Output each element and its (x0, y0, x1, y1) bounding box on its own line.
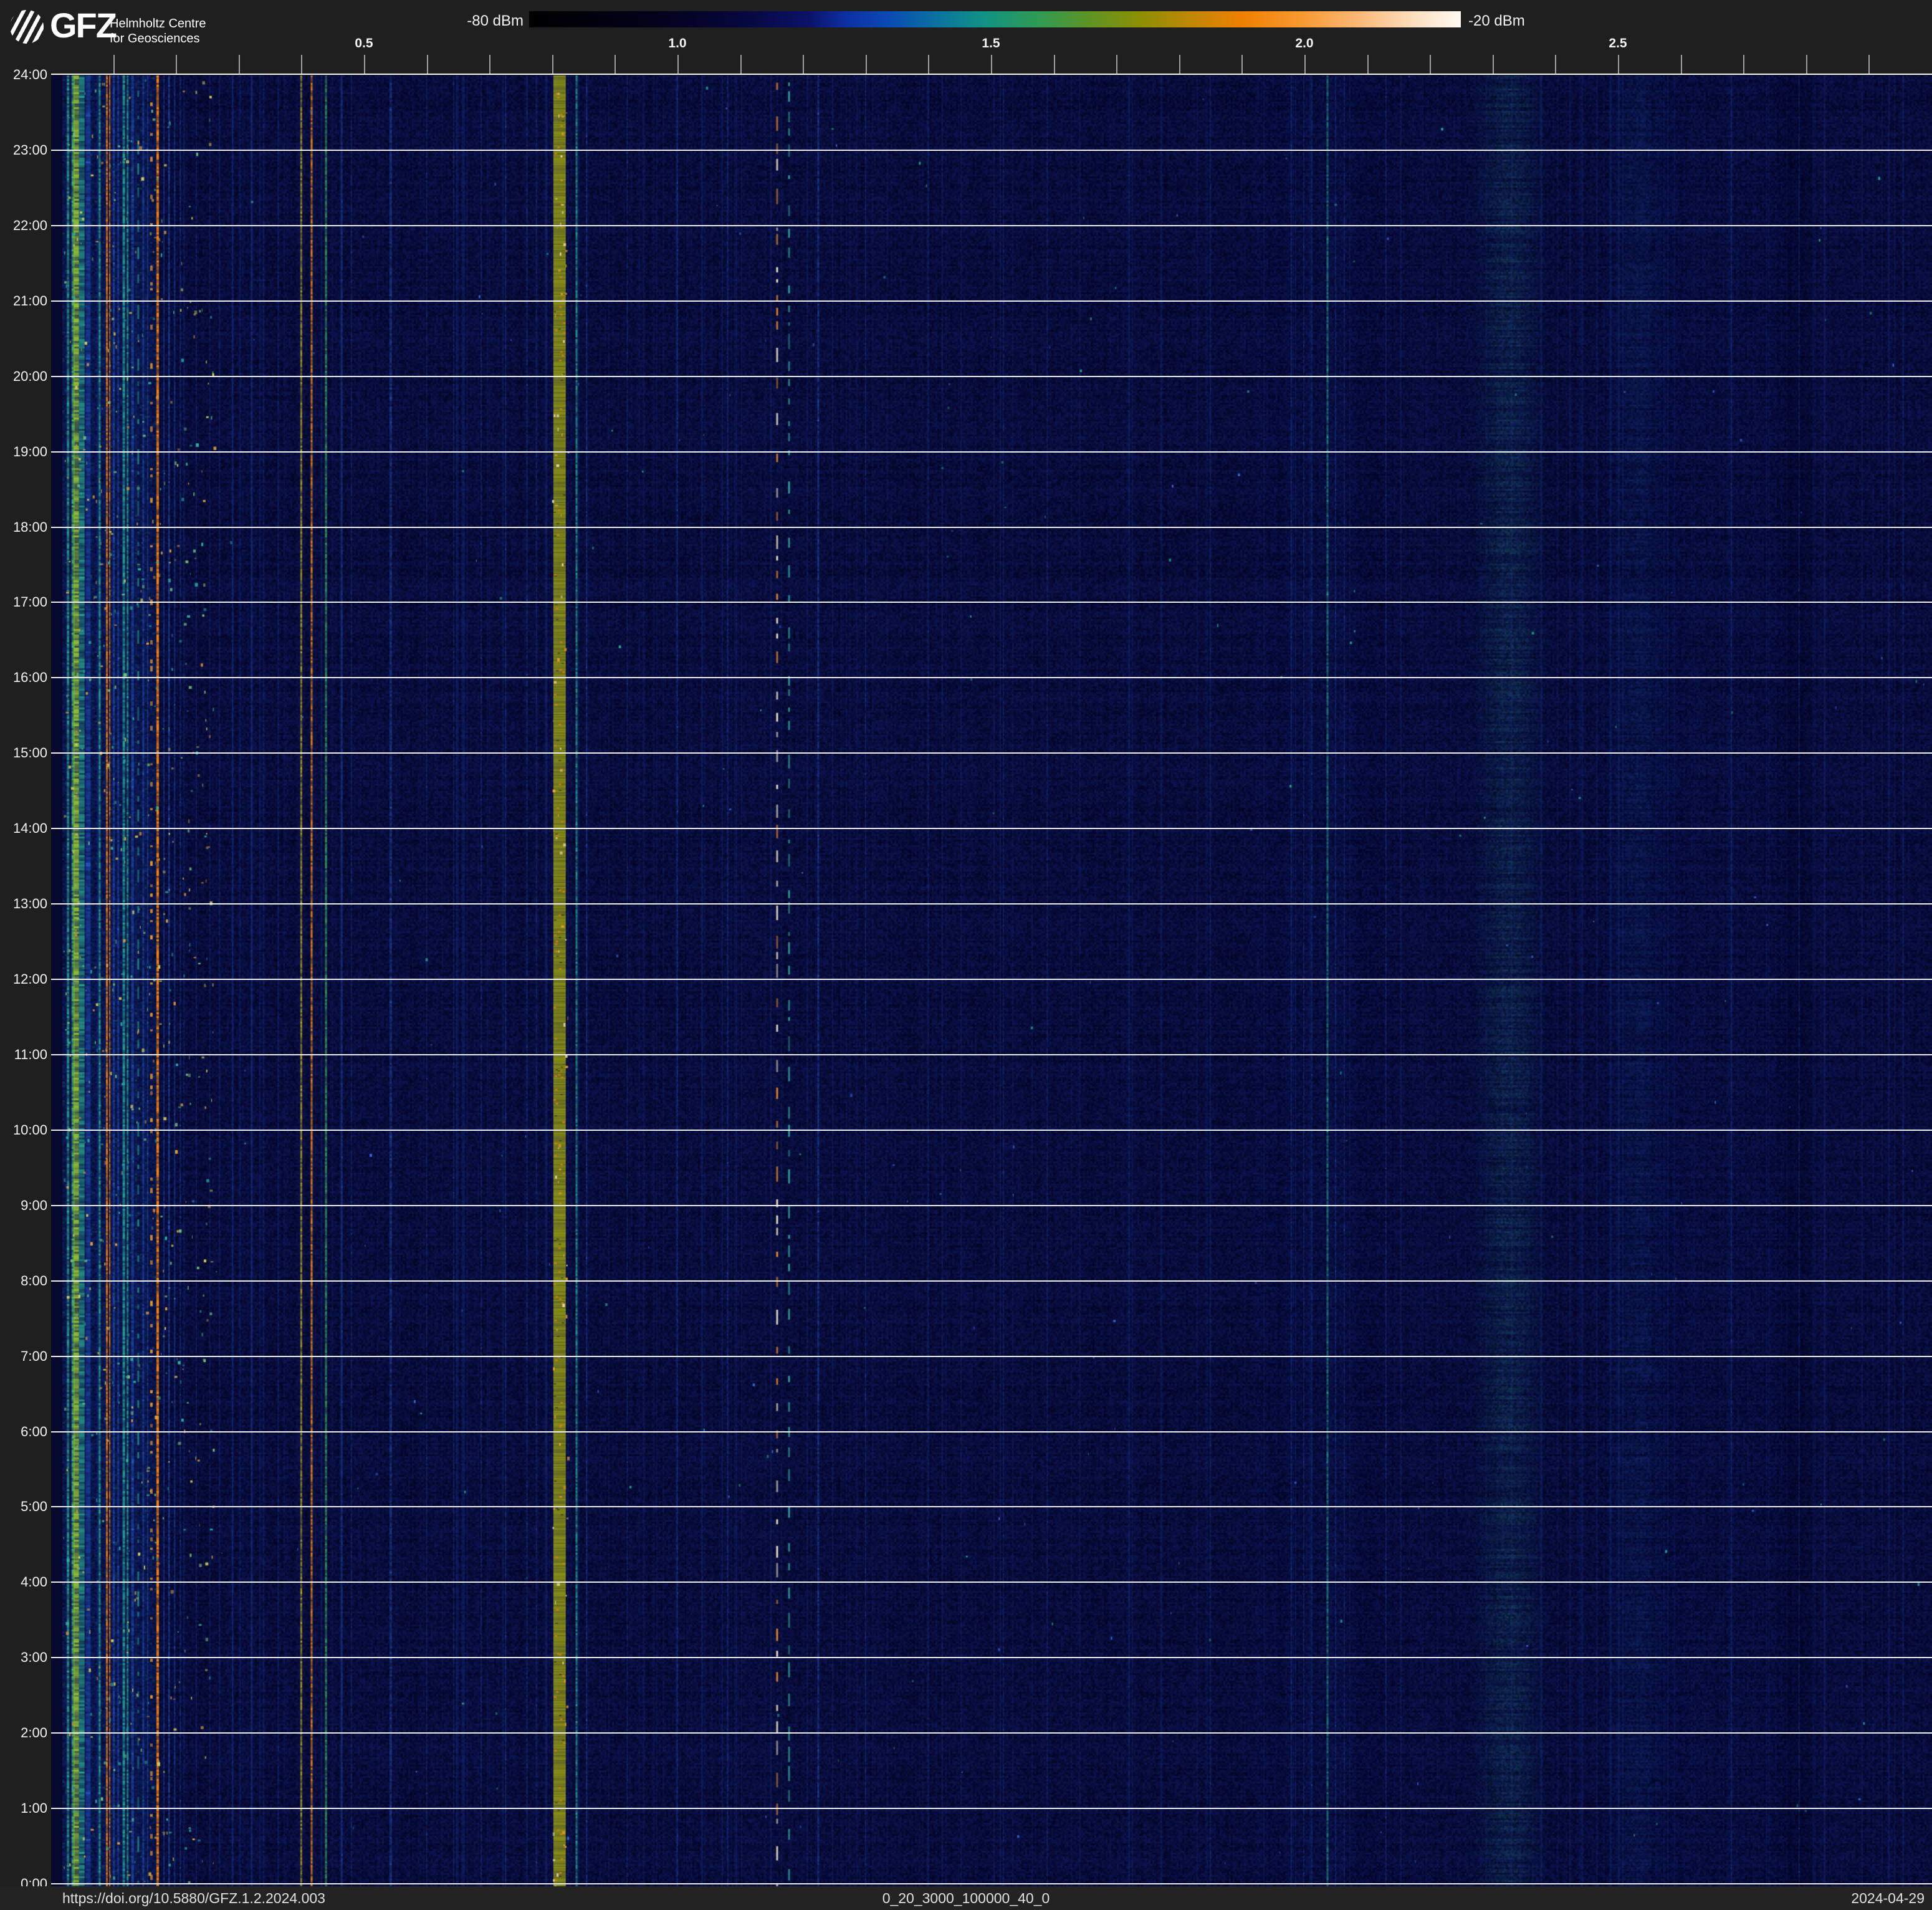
freq-tick (1681, 55, 1682, 74)
hour-gridline (51, 1581, 1932, 1583)
hour-gridline (51, 1506, 1932, 1507)
time-tick-label: 1:00 (0, 1800, 47, 1816)
hour-gridline (51, 1356, 1932, 1357)
frequency-axis-baseline (51, 74, 1932, 75)
freq-tick (301, 55, 302, 74)
freq-tick-label: 1.0 (653, 36, 702, 51)
time-tick-label: 12:00 (0, 971, 47, 987)
hour-gridline (51, 1657, 1932, 1658)
freq-tick (1493, 55, 1494, 74)
freq-tick (1618, 55, 1619, 74)
freq-tick-label: 0.5 (339, 36, 389, 51)
time-tick-label: 13:00 (0, 896, 47, 912)
hour-gridline (51, 150, 1932, 151)
freq-tick (489, 55, 490, 74)
hour-gridline (51, 1732, 1932, 1734)
freq-tick (1179, 55, 1180, 74)
hour-gridline (51, 1205, 1932, 1206)
hour-gridline (51, 1431, 1932, 1432)
time-tick-label: 5:00 (0, 1499, 47, 1515)
time-tick-label: 11:00 (0, 1047, 47, 1063)
date-label: 2024-04-29 (1851, 1890, 1925, 1907)
time-tick-label: 16:00 (0, 669, 47, 686)
hour-gridline (51, 451, 1932, 453)
freq-tick (176, 55, 177, 74)
time-tick-label: 19:00 (0, 444, 47, 460)
freq-tick (615, 55, 616, 74)
freq-tick (1806, 55, 1807, 74)
colorbar-gradient (529, 11, 1461, 27)
footer-bar: https://doi.org/10.5880/GFZ.1.2.2024.003… (0, 1886, 1932, 1910)
freq-tick (1743, 55, 1744, 74)
time-tick-label: 7:00 (0, 1348, 47, 1365)
hour-gridline (51, 602, 1932, 603)
freq-tick (740, 55, 742, 74)
freq-tick (1304, 55, 1306, 74)
gfz-logo-icon (10, 10, 44, 44)
freq-tick (1241, 55, 1243, 74)
freq-tick (1054, 55, 1055, 74)
time-tick-label: 9:00 (0, 1197, 47, 1214)
gfz-logo-tagline: Helmholtz Centre for Geosciences (110, 16, 206, 46)
freq-tick (1430, 55, 1431, 74)
dataset-params-label: 0_20_3000_100000_40_0 (882, 1890, 1050, 1907)
hour-gridline (51, 979, 1932, 980)
freq-tick (552, 55, 553, 74)
gfz-logo-tagline-line1: Helmholtz Centre (110, 16, 206, 31)
freq-tick-label: 1.5 (966, 36, 1016, 51)
freq-tick (1367, 55, 1369, 74)
colorbar-min-label: -80 dBm (436, 12, 524, 30)
time-tick-label: 3:00 (0, 1649, 47, 1666)
freq-tick-label: 2.0 (1279, 36, 1329, 51)
freq-tick (113, 55, 115, 74)
hour-gridline (51, 1883, 1932, 1884)
gfz-logo-acronym: GFZ (50, 5, 116, 46)
hour-gridline (51, 300, 1932, 302)
time-tick-label: 4:00 (0, 1574, 47, 1590)
time-tick-label: 22:00 (0, 218, 47, 234)
freq-tick (1116, 55, 1117, 74)
freq-tick (803, 55, 804, 74)
time-tick-label: 15:00 (0, 745, 47, 761)
doi-label: https://doi.org/10.5880/GFZ.1.2.2024.003 (62, 1890, 325, 1907)
time-tick-label: 24:00 (0, 67, 47, 83)
freq-tick (866, 55, 867, 74)
hour-gridline (51, 903, 1932, 905)
hour-gridline (51, 677, 1932, 678)
hour-gridline (51, 1054, 1932, 1055)
spectrogram-heatmap (62, 75, 1932, 1886)
freq-tick (991, 55, 992, 74)
time-tick-label: 10:00 (0, 1122, 47, 1138)
time-tick-label: 20:00 (0, 368, 47, 385)
freq-tick (1868, 55, 1870, 74)
freq-tick (1555, 55, 1556, 74)
hour-gridline (51, 527, 1932, 528)
time-tick-label: 14:00 (0, 820, 47, 837)
freq-tick (928, 55, 929, 74)
hour-gridline (51, 1280, 1932, 1282)
time-tick-label: 18:00 (0, 519, 47, 535)
hour-gridline (51, 828, 1932, 829)
freq-tick (364, 55, 365, 74)
time-tick-label: 17:00 (0, 594, 47, 610)
freq-tick (677, 55, 679, 74)
freq-tick-label: 2.5 (1593, 36, 1643, 51)
hour-gridline (51, 752, 1932, 754)
hour-gridline (51, 1130, 1932, 1131)
time-tick-label: 6:00 (0, 1424, 47, 1440)
freq-tick (239, 55, 240, 74)
colorbar-max-label: -20 dBm (1468, 12, 1568, 30)
freq-tick (427, 55, 428, 74)
hour-gridline (51, 1808, 1932, 1809)
time-tick-label: 21:00 (0, 293, 47, 309)
hour-gridline (51, 376, 1932, 377)
hour-gridline (51, 225, 1932, 226)
time-tick-label: 23:00 (0, 142, 47, 158)
time-tick-label: 8:00 (0, 1273, 47, 1289)
time-tick-label: 2:00 (0, 1725, 47, 1741)
gfz-logo-tagline-line2: for Geosciences (110, 31, 206, 46)
